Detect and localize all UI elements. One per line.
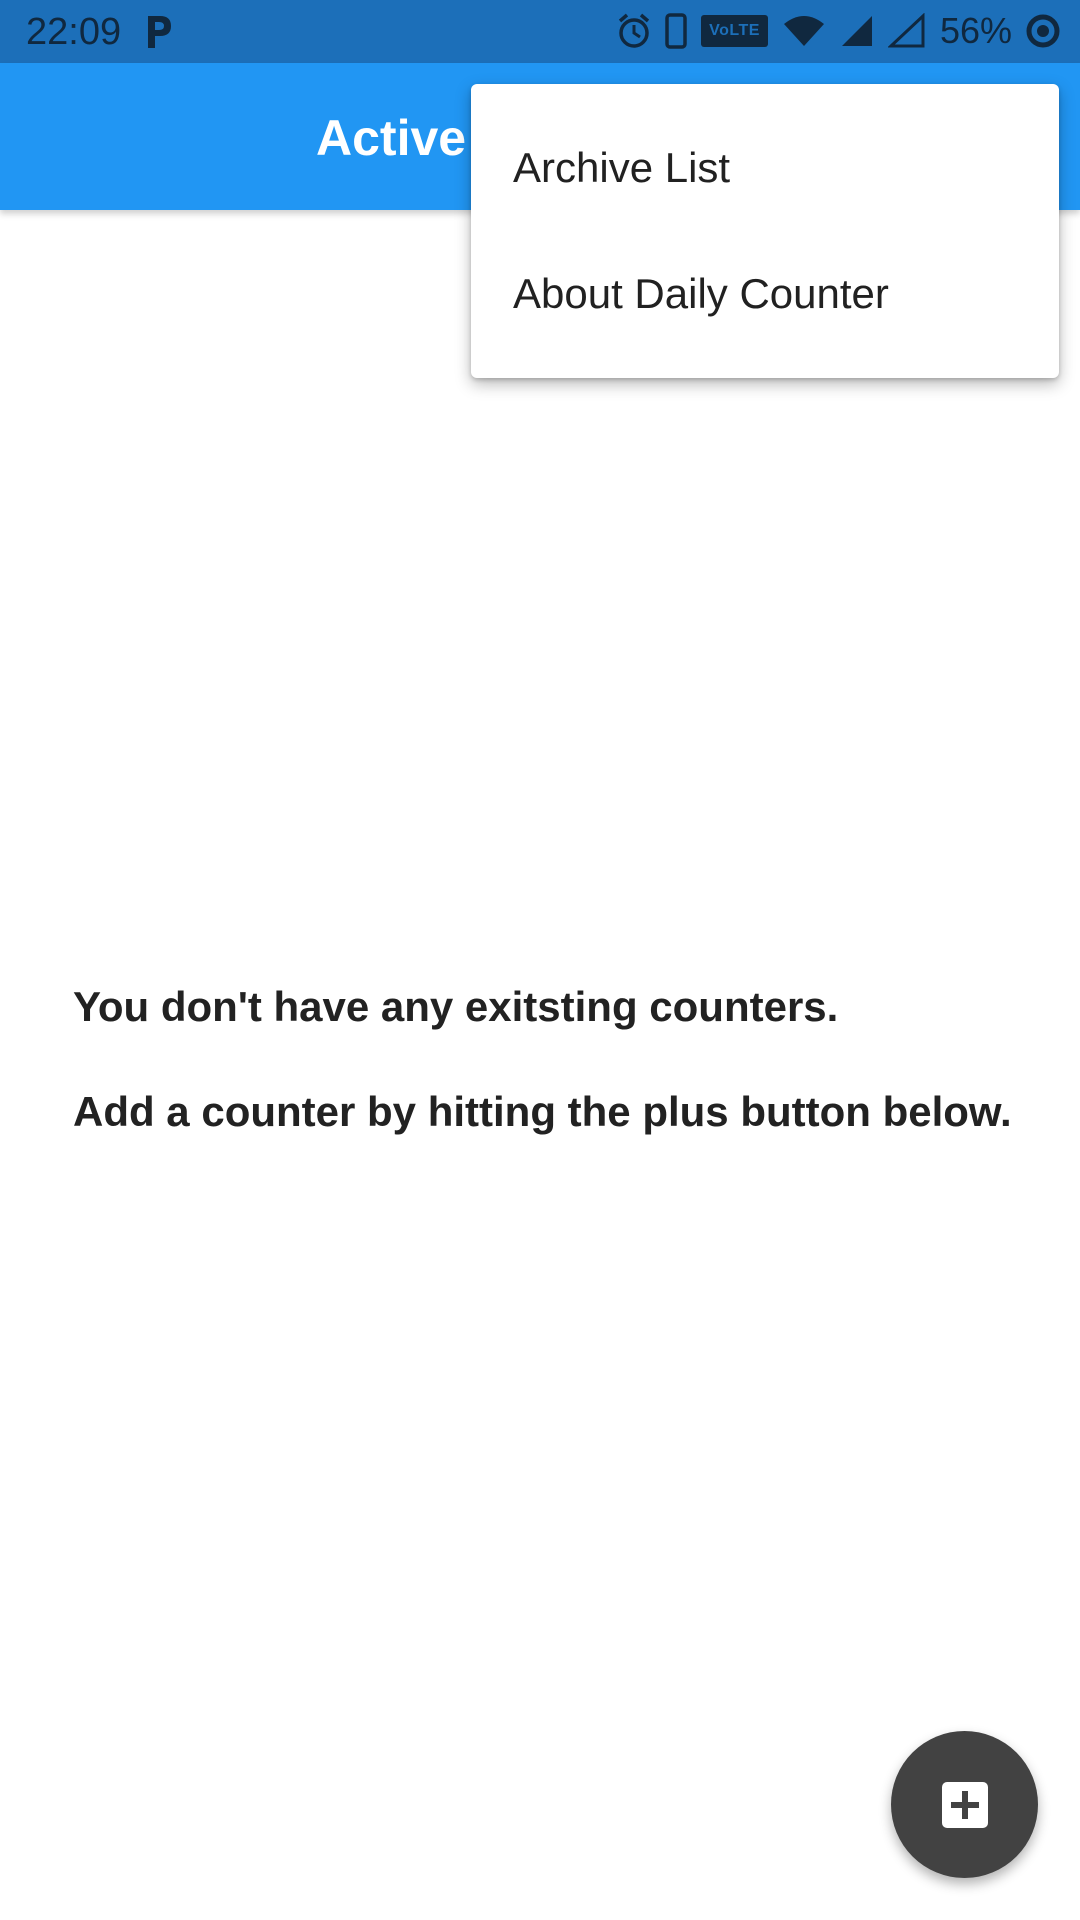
empty-state-line-1: You don't have any exitsting counters. xyxy=(73,983,839,1030)
add-box-icon xyxy=(941,1781,988,1828)
status-icons: VoLTE 56% xyxy=(617,8,1060,54)
parking-app-icon xyxy=(148,16,171,48)
menu-item-archive-list[interactable]: Archive List xyxy=(471,105,1059,231)
signal-empty-icon xyxy=(887,13,925,48)
menu-item-about-daily-counter[interactable]: About Daily Counter xyxy=(471,231,1059,357)
battery-saver-icon xyxy=(1026,14,1060,48)
empty-state-message: You don't have any exitsting counters. A… xyxy=(73,982,1033,1137)
empty-state-line-2: Add a counter by hitting the plus button… xyxy=(73,1088,1012,1135)
overflow-menu: Archive List About Daily Counter xyxy=(471,84,1059,378)
phone-icon xyxy=(665,13,687,49)
alarm-icon xyxy=(619,13,650,48)
volte-icon: VoLTE xyxy=(701,15,768,47)
wifi-icon xyxy=(783,16,824,46)
page-title: Active xyxy=(316,110,467,166)
battery-percentage: 56% xyxy=(939,10,1012,51)
add-counter-button[interactable] xyxy=(891,1731,1038,1878)
status-bar: 22:09 VoLTE 56% xyxy=(0,0,1080,63)
signal-icon xyxy=(841,16,872,46)
status-time: 22:09 xyxy=(26,11,122,53)
